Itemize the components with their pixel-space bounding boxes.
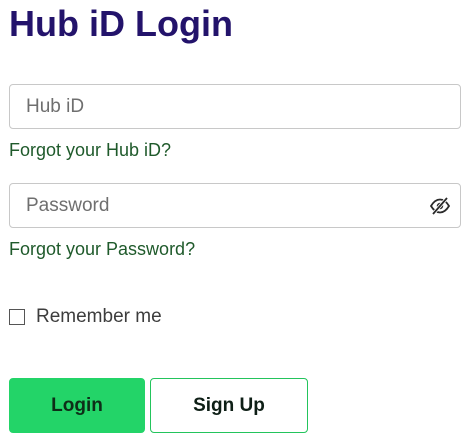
login-button[interactable]: Login (9, 378, 145, 433)
signup-button[interactable]: Sign Up (150, 378, 308, 433)
password-field[interactable] (9, 183, 461, 228)
forgot-password-link[interactable]: Forgot your Password? (9, 238, 195, 260)
remember-me-label[interactable]: Remember me (36, 306, 162, 328)
remember-me-checkbox[interactable] (9, 309, 25, 325)
forgot-hubid-link[interactable]: Forgot your Hub iD? (9, 139, 171, 161)
hubid-input[interactable] (10, 85, 410, 128)
password-input[interactable] (10, 184, 410, 227)
remember-me-row: Remember me (9, 306, 162, 328)
eye-slash-icon[interactable] (429, 195, 451, 217)
page-title: Hub iD Login (9, 3, 233, 44)
hubid-field[interactable] (9, 84, 461, 129)
